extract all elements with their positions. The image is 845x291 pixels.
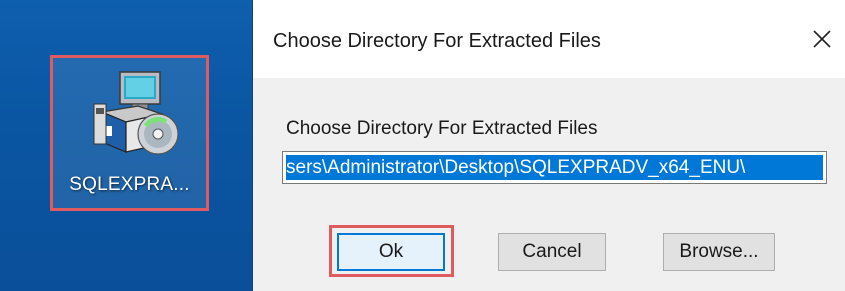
directory-path-input[interactable]: sers\Administrator\Desktop\SQLEXPRADV_x6… <box>282 151 827 184</box>
close-button[interactable] <box>803 20 841 58</box>
cancel-button[interactable]: Cancel <box>498 233 606 271</box>
browse-button[interactable]: Browse... <box>663 233 775 271</box>
desktop-shortcut-label: SQLEXPRA... <box>69 174 190 195</box>
desktop-shortcut-sqlexpr[interactable]: SQLEXPRA... <box>50 55 209 211</box>
directory-path-value: sers\Administrator\Desktop\SQLEXPRADV_x6… <box>286 155 823 180</box>
installer-icon <box>88 68 179 158</box>
ok-button[interactable]: Ok <box>337 233 445 271</box>
directory-prompt-label: Choose Directory For Extracted Files <box>286 118 598 139</box>
screen: SQLEXPRA... Choose Directory For Extract… <box>0 0 845 291</box>
dialog-content: Choose Directory For Extracted Files ser… <box>253 78 845 291</box>
close-icon <box>813 30 831 48</box>
dialog-titlebar[interactable]: Choose Directory For Extracted Files <box>253 0 845 78</box>
desktop: SQLEXPRA... <box>0 0 253 291</box>
dialog-title: Choose Directory For Extracted Files <box>273 30 601 52</box>
extract-directory-dialog: Choose Directory For Extracted Files Cho… <box>253 0 845 291</box>
